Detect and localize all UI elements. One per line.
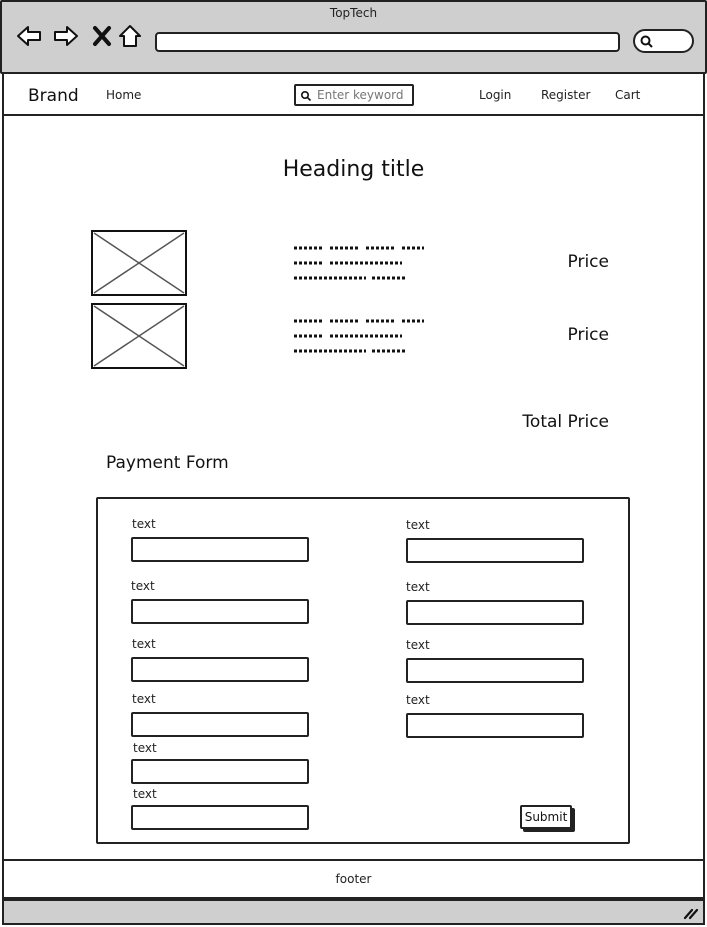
text-input[interactable] [406, 538, 584, 563]
field-label: text [133, 741, 157, 755]
payment-form-title: Payment Form [106, 453, 229, 473]
close-icon[interactable] [89, 22, 117, 50]
nav-home[interactable]: Home [106, 88, 141, 102]
search-input[interactable]: Enter keyword [294, 84, 414, 106]
field-label: text [132, 517, 156, 531]
text-input[interactable] [131, 712, 309, 737]
resize-grip-icon[interactable] [683, 906, 699, 920]
back-arrow-icon[interactable] [15, 22, 43, 50]
product-description-placeholder [294, 319, 424, 353]
field-label: text [406, 518, 430, 532]
nav-register[interactable]: Register [541, 88, 590, 102]
text-input[interactable] [131, 599, 309, 624]
footer-text: footer [335, 872, 372, 886]
search-icon [640, 35, 653, 48]
window-title: TopTech [329, 6, 378, 20]
field-label: text [131, 579, 155, 593]
text-input[interactable] [131, 657, 309, 682]
field-label: text [406, 693, 430, 707]
text-input[interactable] [406, 600, 584, 625]
field-label: text [132, 692, 156, 706]
page-title: Heading title [282, 157, 425, 182]
text-input[interactable] [131, 759, 309, 784]
brand-logo[interactable]: Brand [28, 86, 79, 106]
nav-cart[interactable]: Cart [615, 88, 640, 102]
submit-button[interactable]: Submit [520, 805, 572, 829]
browser-search-button[interactable] [633, 29, 694, 53]
text-input[interactable] [131, 537, 309, 562]
nav-login[interactable]: Login [479, 88, 511, 102]
text-input[interactable] [406, 658, 584, 683]
product-description-placeholder [294, 246, 424, 280]
item-price: Price [567, 325, 609, 345]
search-icon [300, 90, 312, 102]
field-label: text [132, 637, 156, 651]
home-icon[interactable] [116, 22, 144, 50]
forward-arrow-icon[interactable] [52, 22, 80, 50]
total-price: Total Price [522, 412, 609, 432]
item-price: Price [567, 252, 609, 272]
field-label: text [406, 580, 430, 594]
search-placeholder: Enter keyword [317, 88, 404, 102]
field-label: text [406, 638, 430, 652]
text-input[interactable] [131, 805, 309, 830]
field-label: text [133, 787, 157, 801]
product-image-placeholder [91, 303, 187, 369]
product-image-placeholder [91, 230, 187, 296]
browser-status-bar [2, 899, 705, 925]
address-bar[interactable] [155, 32, 620, 52]
text-input[interactable] [406, 713, 584, 738]
